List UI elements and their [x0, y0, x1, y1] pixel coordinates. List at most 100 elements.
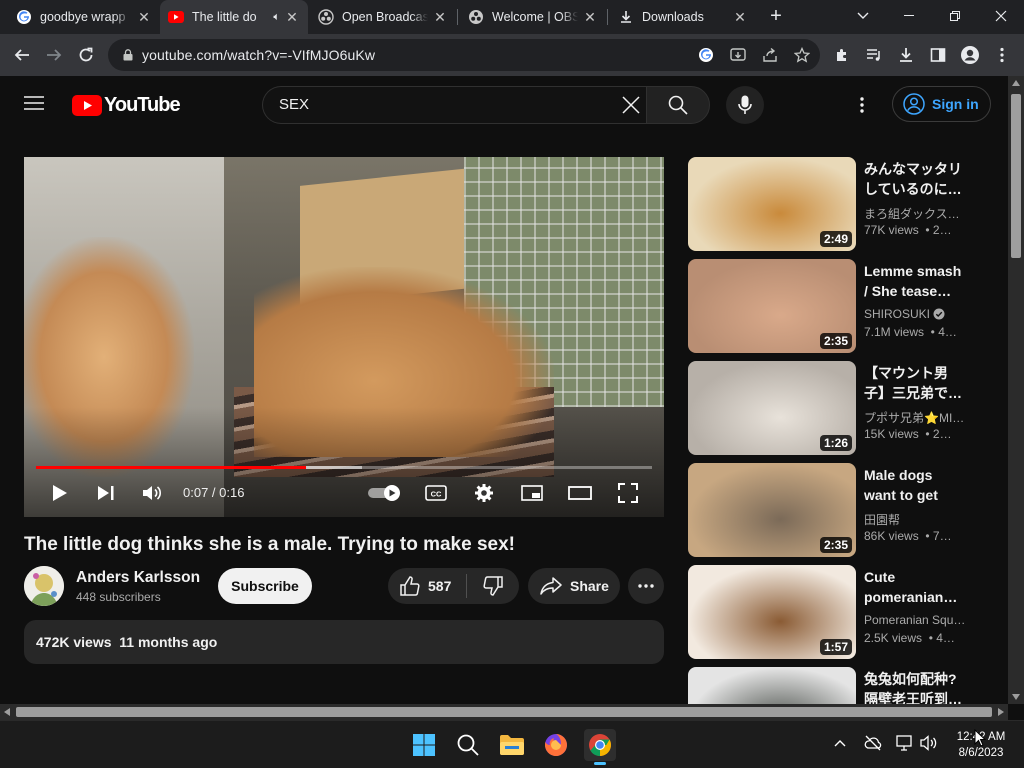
video-player[interactable]: 0:07 / 0:16 CC: [24, 157, 664, 517]
forward-button[interactable]: [38, 39, 70, 71]
tab-open-broadcast[interactable]: Open Broadcast ✕: [310, 0, 456, 34]
tab-google[interactable]: goodbye wrapp ✕: [8, 0, 160, 34]
play-button[interactable]: [46, 479, 74, 507]
extensions-icon[interactable]: [826, 39, 858, 71]
downloads-icon[interactable]: [890, 39, 922, 71]
miniplayer-button[interactable]: [518, 479, 546, 507]
recommendation-card[interactable]: 兔兔如何配种?隔壁老王听到…: [688, 667, 1008, 704]
scroll-right-arrow[interactable]: [998, 708, 1004, 716]
tab-downloads[interactable]: Downloads ✕: [610, 0, 756, 34]
reload-button[interactable]: [70, 39, 102, 71]
tab-close-icon[interactable]: ✕: [582, 9, 598, 25]
recommendation-channel[interactable]: プポサ兄弟⭐MI…: [864, 409, 972, 426]
recommendation-card[interactable]: 1:57 Cute pomeranian… Pomeranian Squ… 2.5K …: [688, 565, 1008, 659]
scroll-down-arrow[interactable]: [1012, 694, 1020, 700]
close-window-button[interactable]: [978, 0, 1024, 32]
channel-avatar[interactable]: [24, 566, 64, 606]
tab-close-icon[interactable]: ✕: [284, 9, 300, 25]
new-tab-button[interactable]: +: [760, 0, 792, 32]
recommendation-title[interactable]: Lemme smash / She tease…: [864, 261, 968, 301]
profile-icon[interactable]: [954, 39, 986, 71]
tab-search-chevron-icon[interactable]: [840, 0, 886, 32]
recommendation-thumbnail[interactable]: 1:57: [688, 565, 856, 659]
video-progress-bar[interactable]: [36, 466, 652, 469]
theater-mode-button[interactable]: [566, 479, 594, 507]
start-button[interactable]: [408, 729, 440, 761]
network-icon[interactable]: [896, 735, 914, 751]
recommendation-title[interactable]: Cute pomeranian…: [864, 567, 968, 607]
tab-close-icon[interactable]: ✕: [732, 9, 748, 25]
scroll-up-arrow[interactable]: [1012, 80, 1020, 86]
recommendation-thumbnail[interactable]: 1:26: [688, 361, 856, 455]
url-text[interactable]: youtube.com/watch?v=-VIfMJO6uKw: [142, 47, 375, 63]
side-panel-icon[interactable]: [922, 39, 954, 71]
like-button[interactable]: 587: [388, 568, 466, 604]
settings-button[interactable]: [470, 479, 498, 507]
more-actions-button[interactable]: [628, 568, 664, 604]
recommendation-title[interactable]: Male dogs want to get married…: [864, 465, 968, 505]
recommendation-thumbnail[interactable]: 2:49: [688, 157, 856, 251]
fullscreen-button[interactable]: [614, 479, 642, 507]
restore-button[interactable]: [932, 0, 978, 32]
recommendation-channel[interactable]: 田園帮: [864, 511, 972, 528]
lock-icon[interactable]: [118, 45, 138, 65]
next-button[interactable]: [92, 479, 120, 507]
file-explorer-button[interactable]: [496, 729, 528, 761]
youtube-logo[interactable]: YouTube: [72, 94, 181, 117]
recommendation-channel[interactable]: SHIROSUKI: [864, 307, 972, 321]
horizontal-scroll-thumb[interactable]: [16, 707, 992, 717]
mute-button[interactable]: [138, 479, 166, 507]
autoplay-toggle[interactable]: [368, 479, 404, 507]
share-button[interactable]: Share: [528, 568, 620, 604]
hamburger-menu-icon[interactable]: [24, 95, 44, 111]
recommendation-card[interactable]: 2:35 Male dogs want to get married… 田園帮 86K…: [688, 463, 1008, 557]
google-lens-icon[interactable]: [696, 45, 716, 65]
recommendation-channel[interactable]: Pomeranian Squ…: [864, 613, 972, 627]
tab-close-icon[interactable]: ✕: [136, 9, 152, 25]
chrome-button[interactable]: [584, 729, 616, 765]
recommendation-card[interactable]: 2:35 Lemme smash / She tease… SHIROSUKI 7.…: [688, 259, 1008, 353]
show-hidden-icons-chevron[interactable]: [834, 739, 846, 747]
vertical-scroll-thumb[interactable]: [1011, 94, 1021, 258]
recommendation-title[interactable]: 兔兔如何配种?隔壁老王听到…: [864, 669, 968, 704]
captions-button[interactable]: CC: [422, 479, 450, 507]
search-input[interactable]: SEX: [279, 96, 309, 113]
recommendation-card[interactable]: 1:26 【マウント男子】三兄弟で… プポサ兄弟⭐MI… 15K views • 2…: [688, 361, 1008, 455]
horizontal-scrollbar[interactable]: [0, 704, 1008, 720]
address-bar[interactable]: youtube.com/watch?v=-VIfMJO6uKw: [108, 39, 820, 71]
firefox-button[interactable]: [540, 729, 572, 761]
recommendation-title[interactable]: みんなマッタリしているのに…: [864, 159, 968, 199]
clear-search-icon[interactable]: [622, 96, 640, 114]
recommendation-thumbnail[interactable]: 2:35: [688, 259, 856, 353]
share-icon[interactable]: [760, 45, 780, 65]
sign-in-button[interactable]: Sign in: [892, 86, 991, 122]
voice-search-button[interactable]: [726, 86, 764, 124]
tab-youtube-video[interactable]: The little do 🔈︎ ✕: [160, 0, 308, 34]
recommendation-thumbnail[interactable]: [688, 667, 856, 704]
recommendation-thumbnail[interactable]: 2:35: [688, 463, 856, 557]
channel-name[interactable]: Anders Karlsson: [76, 569, 200, 587]
taskbar-search-button[interactable]: [452, 729, 484, 761]
media-queue-icon[interactable]: [858, 39, 890, 71]
description-box[interactable]: 472K views 11 months ago: [24, 620, 664, 664]
tab-welcome-obs[interactable]: Welcome | OBS ✕: [460, 0, 606, 34]
cloud-offline-icon[interactable]: [864, 735, 882, 751]
search-box[interactable]: SEX: [262, 86, 648, 124]
recommendation-card[interactable]: 2:49 みんなマッタリしているのに… まろ組ダックス… 77K views • 2…: [688, 157, 1008, 251]
tab-close-icon[interactable]: ✕: [432, 9, 448, 25]
back-button[interactable]: [6, 39, 38, 71]
speaker-icon[interactable]: [920, 735, 938, 751]
recommendation-channel[interactable]: まろ組ダックス…: [864, 205, 972, 222]
dislike-button[interactable]: [467, 568, 519, 604]
bookmark-star-icon[interactable]: [792, 45, 812, 65]
settings-menu-icon[interactable]: [860, 97, 864, 113]
recommendation-title[interactable]: 【マウント男子】三兄弟で…: [864, 363, 968, 403]
install-app-icon[interactable]: [728, 45, 748, 65]
minimize-button[interactable]: [886, 0, 932, 32]
search-button[interactable]: [646, 86, 710, 124]
audio-playing-icon[interactable]: 🔈︎: [273, 11, 280, 24]
chrome-menu-icon[interactable]: [986, 39, 1018, 71]
vertical-scrollbar[interactable]: [1008, 76, 1024, 704]
scroll-left-arrow[interactable]: [4, 708, 10, 716]
subscribe-button[interactable]: Subscribe: [218, 568, 312, 604]
